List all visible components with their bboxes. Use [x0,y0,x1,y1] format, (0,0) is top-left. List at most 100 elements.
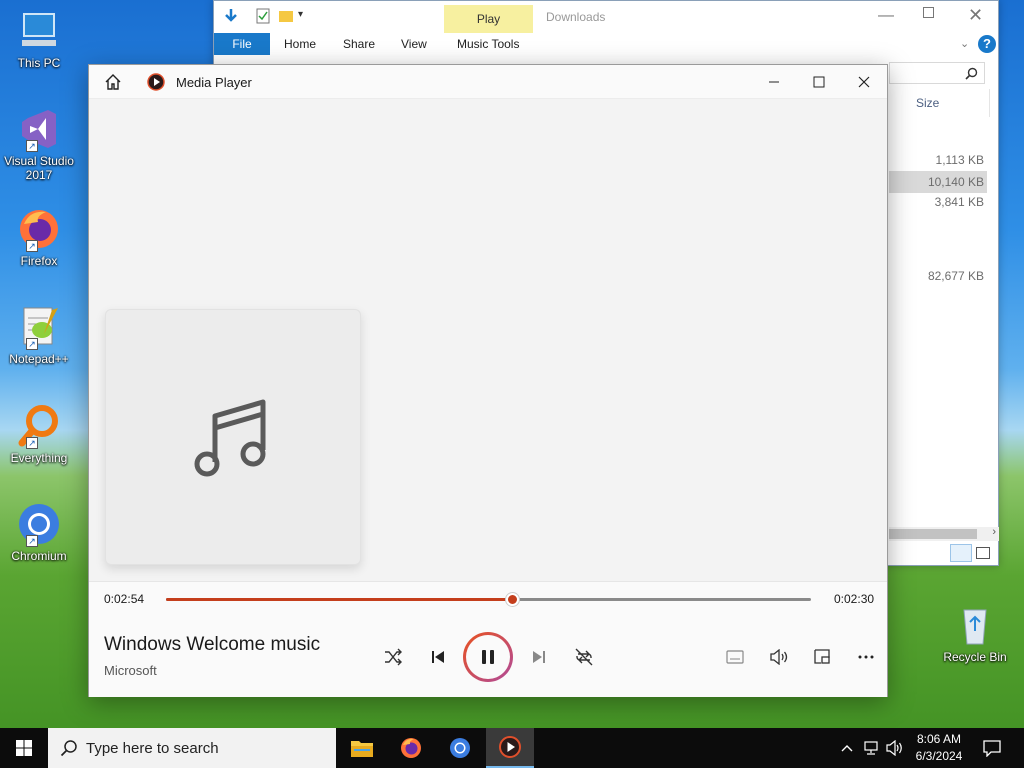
quick-access-download-icon[interactable] [222,7,240,25]
album-art [105,309,361,565]
tab-view[interactable]: View [391,33,437,55]
computer-icon [16,8,62,54]
remaining-time: 0:02:30 [834,592,875,606]
help-icon[interactable]: ? [978,35,996,53]
pause-icon [482,650,494,664]
taskbar: Type here to search 8:06 AM 6/3/2024 [0,728,1024,768]
maximize-button[interactable] [796,65,842,99]
tab-home[interactable]: Home [274,33,326,55]
details-view-button[interactable] [950,544,972,562]
taskbar-search[interactable]: Type here to search [48,728,336,768]
desktop-icon-chromium[interactable]: ↗ Chromium [4,501,74,563]
mini-player-icon [814,649,830,664]
maximize-button[interactable] [923,7,934,18]
chromium-icon: ↗ [16,501,62,547]
more-options-button[interactable] [851,642,881,672]
next-button[interactable] [524,642,554,672]
chevron-up-icon [841,745,853,752]
speaker-icon [886,740,902,756]
scroll-right-icon[interactable]: › [992,526,996,538]
taskbar-media-player[interactable] [486,728,534,768]
windows-logo-icon [16,740,32,756]
desktop-icon-recycle-bin[interactable]: Recycle Bin [940,602,1010,664]
show-hidden-icons-button[interactable] [838,728,856,768]
desktop-icon-notepad-plus-plus[interactable]: ↗ Notepad++ [4,304,74,366]
media-player-titlebar[interactable]: Media Player [89,65,887,99]
firefox-icon: ↗ [16,206,62,252]
taskbar-firefox[interactable] [387,728,435,768]
repeat-button[interactable] [569,642,599,672]
desktop-icon-firefox[interactable]: ↗ Firefox [4,206,74,268]
volume-tray-button[interactable] [884,728,906,768]
tab-music-tools[interactable]: Music Tools [447,33,529,55]
taskbar-file-explorer[interactable] [338,728,386,768]
search-box[interactable] [889,62,985,84]
explorer-titlebar[interactable]: ▾ Play Downloads — ✕ [214,1,998,33]
desktop-icon-visual-studio[interactable]: ↗ Visual Studio 2017 [4,106,74,182]
playback-controls: 0:02:54 0:02:30 Windows Welcome music Mi… [89,581,887,697]
file-size: 10,140 KB [927,175,984,189]
recycle-bin-icon [952,602,998,648]
volume-icon [770,649,788,665]
file-size: 3,841 KB [934,195,984,209]
next-icon [533,651,545,663]
seek-bar-thumb[interactable] [506,593,520,606]
shuffle-button[interactable] [378,642,408,672]
captions-icon [726,650,744,664]
clock-time: 8:06 AM [916,732,962,746]
new-folder-icon[interactable] [278,8,294,24]
clock[interactable]: 8:06 AM 6/3/2024 [906,731,972,765]
song-title: Windows Welcome music [104,634,321,655]
visual-studio-icon: ↗ [16,106,62,152]
explorer-title: Downloads [546,10,606,24]
previous-button[interactable] [423,642,453,672]
media-player-window[interactable]: Media Player 0:02:54 0:02:30 Windows Wel… [88,64,888,697]
chromium-icon [450,738,470,758]
close-button[interactable]: ✕ [968,5,983,26]
tab-file[interactable]: File [214,33,270,55]
mini-player-button[interactable] [807,642,837,672]
start-button[interactable] [0,728,48,768]
seek-bar[interactable] [166,593,811,606]
volume-button[interactable] [764,642,794,672]
repeat-off-icon [575,648,593,666]
network-button[interactable] [860,728,882,768]
elapsed-time: 0:02:54 [104,592,145,606]
captions-button[interactable] [720,642,750,672]
desktop-icon-this-pc[interactable]: This PC [4,8,74,70]
seek-bar-progress [166,598,513,601]
scrollbar-thumb[interactable] [889,529,977,539]
large-icons-view-button[interactable] [976,547,990,559]
everything-search-icon: ↗ [16,403,62,449]
network-icon [864,741,878,755]
properties-icon[interactable] [256,8,270,24]
search-icon [60,740,77,757]
notification-icon [983,740,1001,757]
close-button[interactable] [841,65,887,99]
chevron-down-icon[interactable]: ⌄ [960,37,969,50]
taskbar-chromium[interactable] [436,728,484,768]
notifications-button[interactable] [978,728,1006,768]
shortcut-arrow-icon: ↗ [26,338,38,350]
music-note-icon [194,399,266,477]
tab-play[interactable]: Play [444,5,533,33]
previous-icon [432,651,444,663]
home-icon[interactable] [104,73,122,91]
artist-name[interactable]: Microsoft [104,663,157,678]
search-icon [965,67,978,80]
search-placeholder: Type here to search [86,739,219,757]
tab-share[interactable]: Share [333,33,385,55]
shortcut-arrow-icon: ↗ [26,535,38,547]
minimize-button[interactable] [751,65,797,99]
minimize-button[interactable]: — [878,7,894,25]
app-title: Media Player [176,75,252,90]
quick-access-dropdown-icon[interactable]: ▾ [298,9,303,20]
pause-button[interactable] [463,632,513,682]
desktop-icon-everything[interactable]: ↗ Everything [4,403,74,465]
shortcut-arrow-icon: ↗ [26,437,38,449]
shortcut-arrow-icon: ↗ [26,140,38,152]
column-header-size[interactable]: Size [916,96,939,110]
horizontal-scrollbar[interactable]: › [889,526,999,541]
ribbon-tabs: File Home Share View Music Tools ⌄ ? [214,33,998,87]
file-size: 1,113 KB [935,153,984,167]
